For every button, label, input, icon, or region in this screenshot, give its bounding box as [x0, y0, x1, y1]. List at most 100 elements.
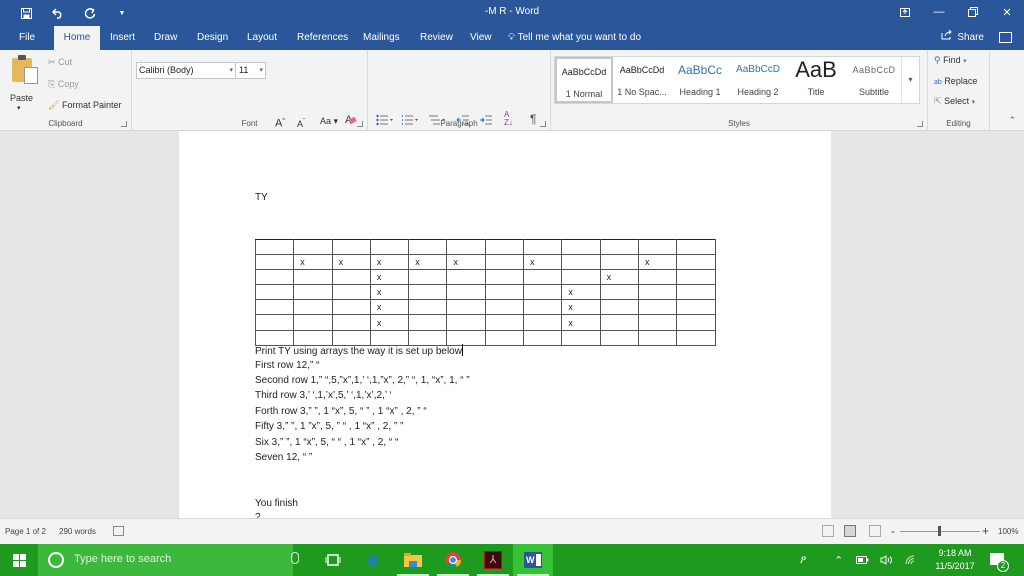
- people-icon[interactable]: ዖ: [800, 544, 806, 576]
- table-cell[interactable]: [408, 329, 448, 346]
- table-cell[interactable]: [293, 329, 333, 346]
- zoom-level[interactable]: 100%: [998, 527, 1018, 536]
- format-painter-button[interactable]: 🖌︎ Format Painter: [48, 100, 121, 111]
- table-cell[interactable]: [637, 238, 678, 256]
- tab-mailings[interactable]: Mailings: [355, 26, 408, 50]
- tab-review[interactable]: Review: [412, 26, 461, 50]
- table-cell[interactable]: [484, 314, 525, 331]
- font-size-field[interactable]: 11 ▾: [235, 62, 266, 79]
- table-cell[interactable]: [331, 329, 371, 346]
- tab-layout[interactable]: Layout: [239, 26, 285, 50]
- style-no-spacing[interactable]: AaBbCcDd 1 No Spac...: [613, 57, 671, 103]
- select-button[interactable]: ⇱ Select ▾: [934, 96, 975, 107]
- table-cell[interactable]: [599, 284, 639, 301]
- proofing-icon[interactable]: [113, 526, 124, 536]
- minimize-icon[interactable]: —: [922, 0, 956, 24]
- copy-button[interactable]: ⎘ Copy: [48, 79, 79, 90]
- table-cell[interactable]: [599, 329, 639, 346]
- table-cell[interactable]: [484, 238, 525, 256]
- show-formatting-marks-button[interactable]: ¶: [530, 112, 544, 126]
- table-cell[interactable]: x: [599, 269, 639, 286]
- comments-icon[interactable]: [999, 32, 1012, 43]
- table-cell[interactable]: [446, 269, 486, 286]
- table-cell[interactable]: [331, 314, 371, 331]
- table-cell[interactable]: [599, 299, 639, 316]
- close-icon[interactable]: ✕: [990, 0, 1024, 24]
- table-cell[interactable]: [446, 329, 486, 346]
- table-cell[interactable]: [293, 269, 333, 286]
- table-cell[interactable]: [293, 314, 333, 331]
- battery-icon[interactable]: [856, 544, 869, 576]
- table-cell[interactable]: [561, 254, 601, 271]
- table-cell[interactable]: [637, 329, 678, 346]
- style-heading-1[interactable]: AaBbCc Heading 1: [671, 57, 729, 103]
- collapse-ribbon-icon[interactable]: ⌃: [1008, 115, 1016, 126]
- zoom-slider-thumb[interactable]: [938, 526, 941, 536]
- table-cell[interactable]: [408, 299, 448, 316]
- table-cell[interactable]: [637, 299, 678, 316]
- table-cell[interactable]: x: [561, 299, 601, 316]
- zoom-in-button[interactable]: +: [982, 524, 989, 538]
- table-cell[interactable]: [331, 299, 371, 316]
- table-cell[interactable]: x: [637, 254, 678, 271]
- table-cell[interactable]: [637, 314, 678, 331]
- word-app[interactable]: W: [513, 544, 553, 576]
- font-launcher-icon[interactable]: [357, 121, 363, 127]
- multilevel-list-button[interactable]: [428, 114, 445, 126]
- page-count[interactable]: Page 1 of 2: [5, 527, 46, 536]
- table-cell[interactable]: [293, 299, 333, 316]
- word-count[interactable]: 290 words: [59, 527, 96, 536]
- table-cell[interactable]: [676, 238, 716, 256]
- decrease-indent-button[interactable]: [456, 114, 470, 126]
- table-cell[interactable]: x: [408, 254, 448, 271]
- styles-launcher-icon[interactable]: [917, 121, 923, 127]
- zoom-out-button[interactable]: -: [891, 524, 895, 538]
- table-cell[interactable]: [676, 269, 716, 286]
- table-cell[interactable]: [484, 254, 525, 271]
- clock[interactable]: 9:18 AM 11/5/2017: [925, 547, 985, 573]
- table-cell[interactable]: [523, 314, 563, 331]
- table-cell[interactable]: [599, 314, 639, 331]
- increase-indent-button[interactable]: [479, 114, 493, 126]
- find-button[interactable]: ⚲ Find ▾: [934, 55, 967, 66]
- tab-insert[interactable]: Insert: [102, 26, 143, 50]
- table-cell[interactable]: x: [369, 284, 410, 301]
- task-view-button[interactable]: [313, 544, 353, 576]
- table-cell[interactable]: [523, 238, 563, 256]
- chrome-app[interactable]: [433, 544, 473, 576]
- table-cell[interactable]: [293, 284, 333, 301]
- table-cell[interactable]: [523, 269, 563, 286]
- table-cell[interactable]: [254, 284, 295, 301]
- table-cell[interactable]: [254, 238, 295, 256]
- table-cell[interactable]: [254, 314, 295, 331]
- paste-dropdown-icon[interactable]: ▾: [17, 104, 21, 112]
- table-cell[interactable]: [408, 269, 448, 286]
- table-cell[interactable]: [331, 284, 371, 301]
- table-cell[interactable]: [446, 284, 486, 301]
- table-cell[interactable]: [408, 238, 448, 256]
- tab-file[interactable]: File: [11, 26, 43, 50]
- paste-button[interactable]: Paste: [10, 93, 33, 103]
- table-cell[interactable]: [369, 238, 410, 256]
- share-button[interactable]: Share: [941, 26, 984, 50]
- ty-table[interactable]: xxxxxxxxxxxxxxx: [254, 238, 716, 346]
- table-cell[interactable]: [254, 329, 295, 346]
- grow-font-button[interactable]: A^: [275, 113, 285, 130]
- table-cell[interactable]: x: [446, 254, 486, 271]
- table-cell[interactable]: [637, 284, 678, 301]
- table-cell[interactable]: [254, 299, 295, 316]
- table-cell[interactable]: x: [293, 254, 333, 271]
- table-cell[interactable]: x: [561, 314, 601, 331]
- table-cell[interactable]: [561, 238, 601, 256]
- tab-home[interactable]: Home: [54, 26, 100, 50]
- table-cell[interactable]: x: [331, 254, 371, 271]
- font-name-field[interactable]: Calibri (Body) ▾: [136, 62, 236, 79]
- table-cell[interactable]: [484, 284, 525, 301]
- table-cell[interactable]: x: [561, 284, 601, 301]
- tab-view[interactable]: View: [462, 26, 500, 50]
- tab-design[interactable]: Design: [189, 26, 236, 50]
- table-cell[interactable]: x: [369, 299, 410, 316]
- table-cell[interactable]: [523, 284, 563, 301]
- style-title[interactable]: AaB Title: [787, 57, 845, 103]
- table-cell[interactable]: [408, 314, 448, 331]
